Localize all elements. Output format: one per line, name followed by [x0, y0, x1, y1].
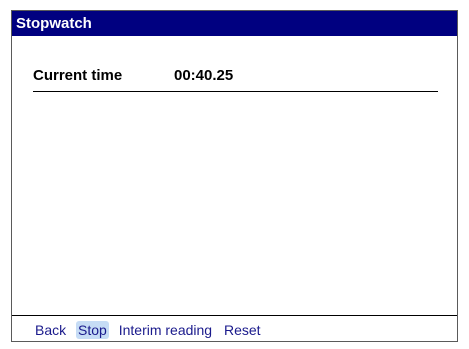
stop-softkey[interactable]: Stop	[76, 321, 109, 339]
time-divider	[33, 91, 438, 92]
current-time-label: Current time	[33, 67, 123, 84]
window-title: Stopwatch	[12, 11, 457, 36]
softkey-divider	[12, 315, 457, 316]
reset-softkey[interactable]: Reset	[222, 321, 263, 339]
softkey-bar: Back Stop Interim reading Reset	[33, 321, 267, 339]
stopwatch-window: Stopwatch Current time 00:40.25 Back Sto…	[11, 10, 458, 342]
current-time-value: 00:40.25	[174, 67, 234, 84]
interim-reading-softkey[interactable]: Interim reading	[117, 321, 214, 339]
back-softkey[interactable]: Back	[33, 321, 68, 339]
